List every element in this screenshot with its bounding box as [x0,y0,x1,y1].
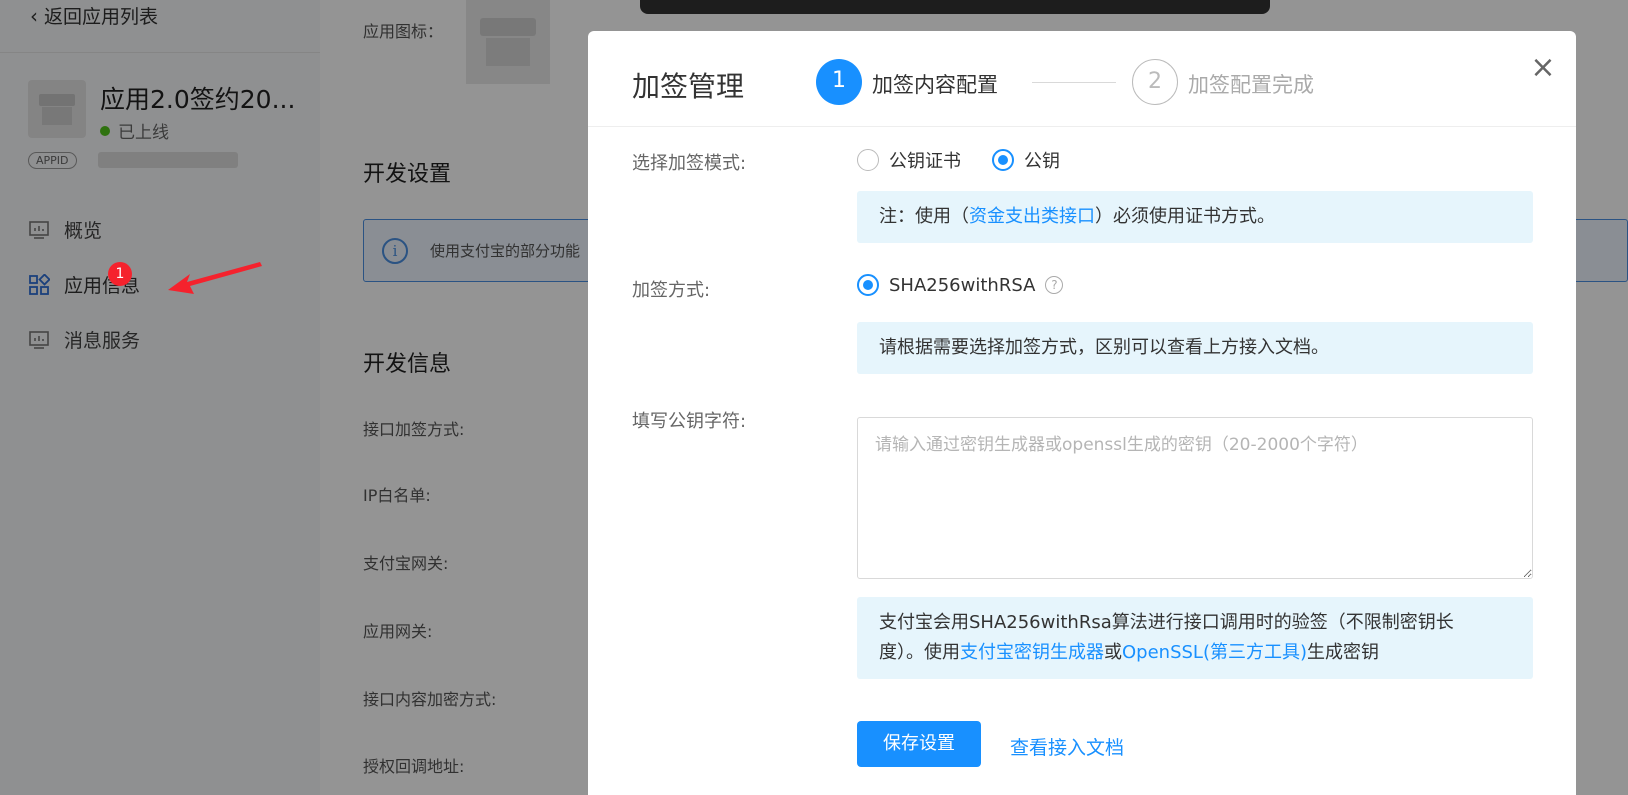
radio-checked-icon [857,274,879,296]
public-key-label: 填写公钥字符: [632,411,747,432]
radio-label: 公钥 [1024,151,1060,172]
sign-method-label: 加签方式: [632,280,711,301]
note-text: ）必须使用证书方式。 [1095,206,1275,227]
view-docs-link[interactable]: 查看接入文档 [1010,733,1124,760]
step-2-label: 加签配置完成 [1188,73,1314,97]
radio-checked-icon [992,149,1014,171]
step-1-indicator: 1 [816,59,862,105]
tip-line-1: 支付宝会用SHA256withRsa算法进行接口调用时的验签（不限制密钥长 [879,612,1454,633]
step-2-indicator: 2 [1132,59,1178,105]
radio-unchecked-icon [857,149,879,171]
alipay-key-generator-link[interactable]: 支付宝密钥生成器 [960,642,1104,663]
public-key-textarea[interactable] [857,417,1533,579]
modal-title: 加签管理 [632,70,745,103]
save-settings-button[interactable]: 保存设置 [857,721,981,767]
tip-line-2: 度）。使用支付宝密钥生成器或OpenSSL(第三方工具)生成密钥 [879,638,1511,668]
sign-management-modal: 加签管理 1 加签内容配置 2 加签配置完成 × 选择加签模式: 公钥证书 公钥… [588,31,1576,795]
note-text: 注：使用（ [879,206,969,227]
tip-text: 或 [1104,642,1122,663]
radio-label: 公钥证书 [889,151,961,172]
step-1-label: 加签内容配置 [872,73,998,97]
key-generation-tip: 支付宝会用SHA256withRsa算法进行接口调用时的验签（不限制密钥长 度）… [857,597,1533,679]
openssl-link[interactable]: OpenSSL(第三方工具) [1122,642,1307,663]
radio-label: SHA256withRSA [889,274,1036,296]
tip-text: 度）。使用 [879,642,960,663]
question-circle-icon[interactable]: ? [1045,276,1064,294]
radio-sha256withrsa[interactable]: SHA256withRSA ? [857,274,1064,296]
radio-public-key[interactable]: 公钥 [992,147,1060,173]
step-connector [1032,82,1116,83]
annotation-arrow-icon [168,262,262,294]
close-icon[interactable]: × [1526,51,1560,85]
sign-mode-label: 选择加签模式: [632,153,747,174]
tip-text: 生成密钥 [1307,642,1380,663]
radio-public-key-certificate[interactable]: 公钥证书 [857,147,961,173]
annotation-badge: 1 [108,262,132,286]
modal-header-divider [588,126,1576,127]
sign-mode-note: 注：使用（资金支出类接口）必须使用证书方式。 [857,191,1533,243]
fund-expense-api-link[interactable]: 资金支出类接口 [969,206,1095,227]
sign-method-note: 请根据需要选择加签方式，区别可以查看上方接入文档。 [857,322,1533,374]
